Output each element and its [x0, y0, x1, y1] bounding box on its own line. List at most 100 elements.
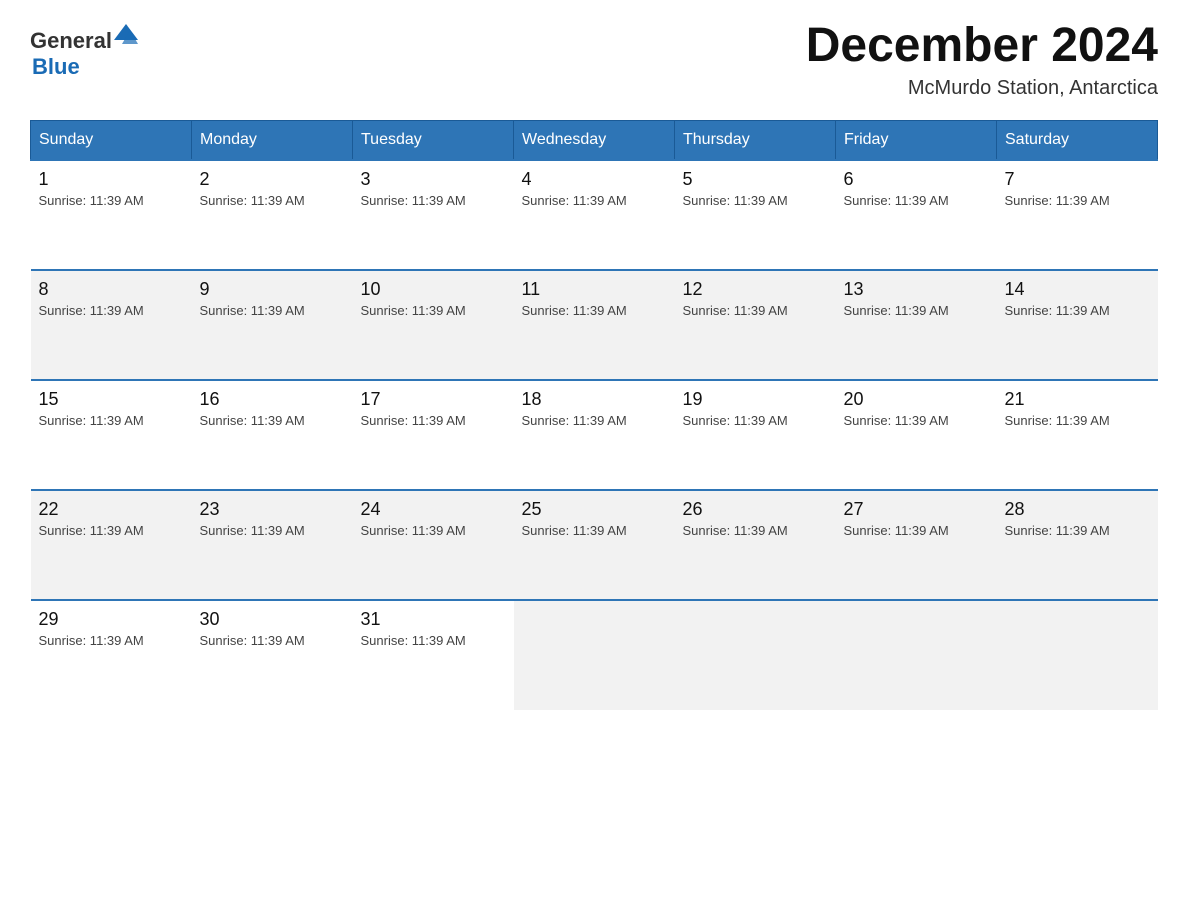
day-number: 24	[361, 499, 506, 520]
sunrise-text: Sunrise: 11:39 AM	[844, 193, 949, 208]
calendar-cell: 25Sunrise: 11:39 AM	[514, 490, 675, 600]
sunrise-text: Sunrise: 11:39 AM	[683, 303, 788, 318]
calendar-cell	[514, 600, 675, 710]
day-number: 6	[844, 169, 989, 190]
calendar-cell: 4Sunrise: 11:39 AM	[514, 160, 675, 270]
sunrise-text: Sunrise: 11:39 AM	[39, 303, 144, 318]
day-number: 10	[361, 279, 506, 300]
day-number: 25	[522, 499, 667, 520]
col-monday: Monday	[192, 120, 353, 160]
calendar-week-row: 1Sunrise: 11:39 AM2Sunrise: 11:39 AM3Sun…	[31, 160, 1158, 270]
calendar-header-row: Sunday Monday Tuesday Wednesday Thursday…	[31, 120, 1158, 160]
day-number: 22	[39, 499, 184, 520]
logo: General Blue	[30, 20, 140, 80]
calendar-cell: 7 Sunrise: 11:39 AM	[997, 160, 1158, 270]
sunrise-text: Sunrise: 11:39 AM	[200, 523, 305, 538]
sunrise-text: Sunrise: 11:39 AM	[39, 523, 144, 538]
day-number: 1	[39, 169, 184, 190]
calendar-week-row: 22Sunrise: 11:39 AM23Sunrise: 11:39 AM24…	[31, 490, 1158, 600]
sunrise-text: Sunrise: 11:39 AM	[683, 413, 788, 428]
day-number: 27	[844, 499, 989, 520]
calendar-cell: 20 Sunrise: 11:39 AM	[836, 380, 997, 490]
day-number: 16	[200, 389, 345, 410]
calendar-cell: 21Sunrise: 11:39 AM	[997, 380, 1158, 490]
calendar-cell: 5 Sunrise: 11:39 AM	[675, 160, 836, 270]
sunrise-text: Sunrise: 11:39 AM	[39, 633, 144, 648]
sunrise-text: Sunrise: 11:39 AM	[361, 633, 466, 648]
day-number: 20	[844, 389, 989, 410]
calendar-cell: 22 Sunrise: 11:39 AM	[31, 490, 192, 600]
day-number: 18	[522, 389, 667, 410]
calendar-cell: 19 Sunrise: 11:39 AM	[675, 380, 836, 490]
day-number: 31	[361, 609, 506, 630]
day-number: 8	[39, 279, 184, 300]
calendar-cell: 24 Sunrise: 11:39 AM	[353, 490, 514, 600]
sunrise-text: Sunrise: 11:39 AM	[200, 413, 305, 428]
calendar-week-row: 29Sunrise: 11:39 AM30Sunrise: 11:39 AM31…	[31, 600, 1158, 710]
calendar-cell: 29 Sunrise: 11:39 AM	[31, 600, 192, 710]
day-number: 13	[844, 279, 989, 300]
day-number: 11	[522, 279, 667, 300]
col-friday: Friday	[836, 120, 997, 160]
day-number: 26	[683, 499, 828, 520]
calendar-cell: 11 Sunrise: 11:39 AM	[514, 270, 675, 380]
calendar-table: Sunday Monday Tuesday Wednesday Thursday…	[30, 120, 1158, 710]
sunrise-text: Sunrise: 11:39 AM	[1005, 523, 1110, 538]
col-saturday: Saturday	[997, 120, 1158, 160]
sunrise-text: Sunrise: 11:39 AM	[361, 413, 466, 428]
logo-icon	[112, 20, 140, 48]
page-header: General Blue December 2024 McMurdo Stati…	[30, 20, 1158, 100]
col-thursday: Thursday	[675, 120, 836, 160]
day-number: 2	[200, 169, 345, 190]
calendar-cell: 26 Sunrise: 11:39 AM	[675, 490, 836, 600]
sunrise-text: Sunrise: 11:39 AM	[361, 193, 466, 208]
calendar-cell: 16 Sunrise: 11:39 AM	[192, 380, 353, 490]
calendar-cell: 23Sunrise: 11:39 AM	[192, 490, 353, 600]
sunrise-text: Sunrise: 11:39 AM	[844, 303, 949, 318]
sunrise-text: Sunrise: 11:39 AM	[522, 413, 627, 428]
sunrise-text: Sunrise: 11:39 AM	[1005, 193, 1110, 208]
sunrise-text: Sunrise: 11:39 AM	[361, 303, 466, 318]
calendar-cell: 2Sunrise: 11:39 AM	[192, 160, 353, 270]
sunrise-text: Sunrise: 11:39 AM	[522, 303, 627, 318]
sunrise-text: Sunrise: 11:39 AM	[361, 523, 466, 538]
day-number: 30	[200, 609, 345, 630]
day-number: 14	[1005, 279, 1150, 300]
day-number: 7	[1005, 169, 1150, 190]
location-subtitle: McMurdo Station, Antarctica	[806, 77, 1158, 100]
calendar-cell: 31 Sunrise: 11:39 AM	[353, 600, 514, 710]
calendar-cell	[675, 600, 836, 710]
sunrise-text: Sunrise: 11:39 AM	[844, 413, 949, 428]
month-title: December 2024	[806, 20, 1158, 73]
sunrise-text: Sunrise: 11:39 AM	[683, 193, 788, 208]
day-number: 9	[200, 279, 345, 300]
calendar-week-row: 15Sunrise: 11:39 AM16Sunrise: 11:39 AM17…	[31, 380, 1158, 490]
day-number: 29	[39, 609, 184, 630]
day-number: 15	[39, 389, 184, 410]
sunrise-text: Sunrise: 11:39 AM	[522, 193, 627, 208]
sunrise-text: Sunrise: 11:39 AM	[844, 523, 949, 538]
col-sunday: Sunday	[31, 120, 192, 160]
sunrise-text: Sunrise: 11:39 AM	[683, 523, 788, 538]
calendar-cell: 17Sunrise: 11:39 AM	[353, 380, 514, 490]
calendar-cell: 28Sunrise: 11:39 AM	[997, 490, 1158, 600]
title-block: December 2024 McMurdo Station, Antarctic…	[806, 20, 1158, 100]
sunrise-text: Sunrise: 11:39 AM	[200, 303, 305, 318]
day-number: 12	[683, 279, 828, 300]
calendar-cell: 1Sunrise: 11:39 AM	[31, 160, 192, 270]
calendar-cell: 13 Sunrise: 11:39 AM	[836, 270, 997, 380]
calendar-cell	[836, 600, 997, 710]
col-tuesday: Tuesday	[353, 120, 514, 160]
day-number: 5	[683, 169, 828, 190]
logo-general: General	[30, 28, 112, 53]
logo-blue: Blue	[32, 54, 80, 79]
calendar-cell: 15Sunrise: 11:39 AM	[31, 380, 192, 490]
sunrise-text: Sunrise: 11:39 AM	[200, 633, 305, 648]
calendar-cell: 8 Sunrise: 11:39 AM	[31, 270, 192, 380]
calendar-cell: 10 Sunrise: 11:39 AM	[353, 270, 514, 380]
calendar-cell: 9 Sunrise: 11:39 AM	[192, 270, 353, 380]
day-number: 19	[683, 389, 828, 410]
day-number: 3	[361, 169, 506, 190]
sunrise-text: Sunrise: 11:39 AM	[1005, 413, 1110, 428]
calendar-cell: 18 Sunrise: 11:39 AM	[514, 380, 675, 490]
